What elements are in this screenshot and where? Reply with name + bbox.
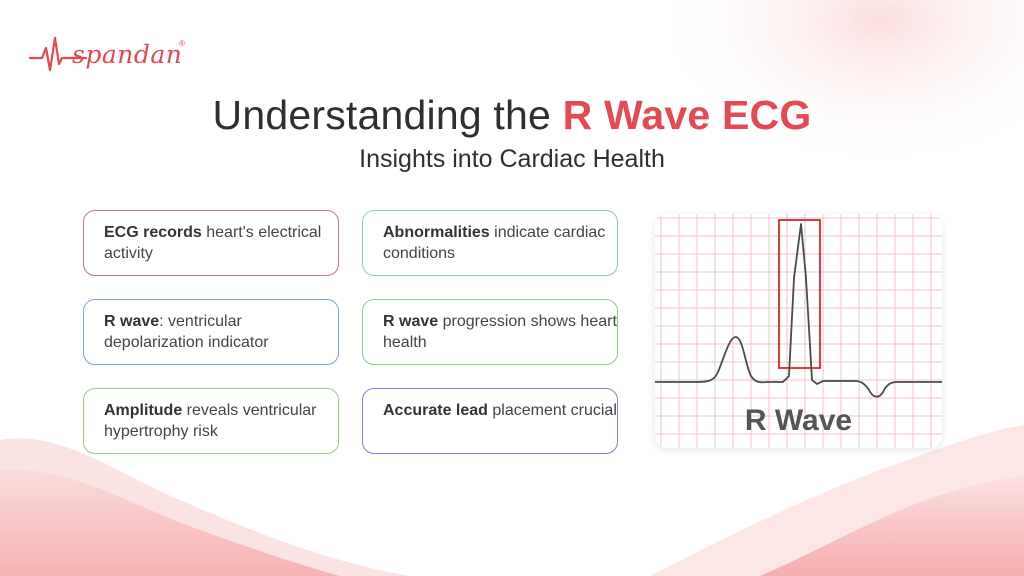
page-subtitle: Insights into Cardiac Health — [359, 145, 665, 173]
card-bold: Accurate lead — [383, 402, 488, 419]
title-prefix: Understanding the — [212, 92, 563, 138]
page-title: Understanding the R Wave ECG — [0, 92, 1024, 139]
card-bold: Amplitude — [104, 402, 183, 419]
card-accurate-lead: Accurate lead placement crucial — [362, 388, 618, 454]
card-ecg-records: ECG records heart's electrical activity — [83, 210, 339, 276]
ecg-trace-line — [655, 223, 942, 398]
title-highlight: R Wave ECG — [562, 92, 812, 138]
card-abnormalities: Abnormalities indicate cardiac condition… — [362, 210, 618, 276]
card-bold: Abnormalities — [383, 224, 490, 241]
card-amplitude: Amplitude reveals ventricular hypertroph… — [83, 388, 339, 454]
ecg-illustration: R Wave — [655, 214, 942, 448]
card-bold: R wave — [104, 313, 160, 330]
card-bold: R wave — [383, 313, 439, 330]
card-text: placement crucial — [487, 402, 617, 419]
card-r-wave-progression: R wave progression shows heart health — [362, 299, 618, 365]
brand-logo: spandan ® — [28, 30, 198, 80]
r-wave-label: R Wave — [744, 404, 853, 437]
card-r-wave-indicator: R wave: ventricular depolarization indic… — [83, 299, 339, 365]
brand-name: spandan — [72, 40, 183, 69]
card-bold: ECG records — [104, 224, 202, 241]
registered-mark: ® — [179, 39, 185, 48]
